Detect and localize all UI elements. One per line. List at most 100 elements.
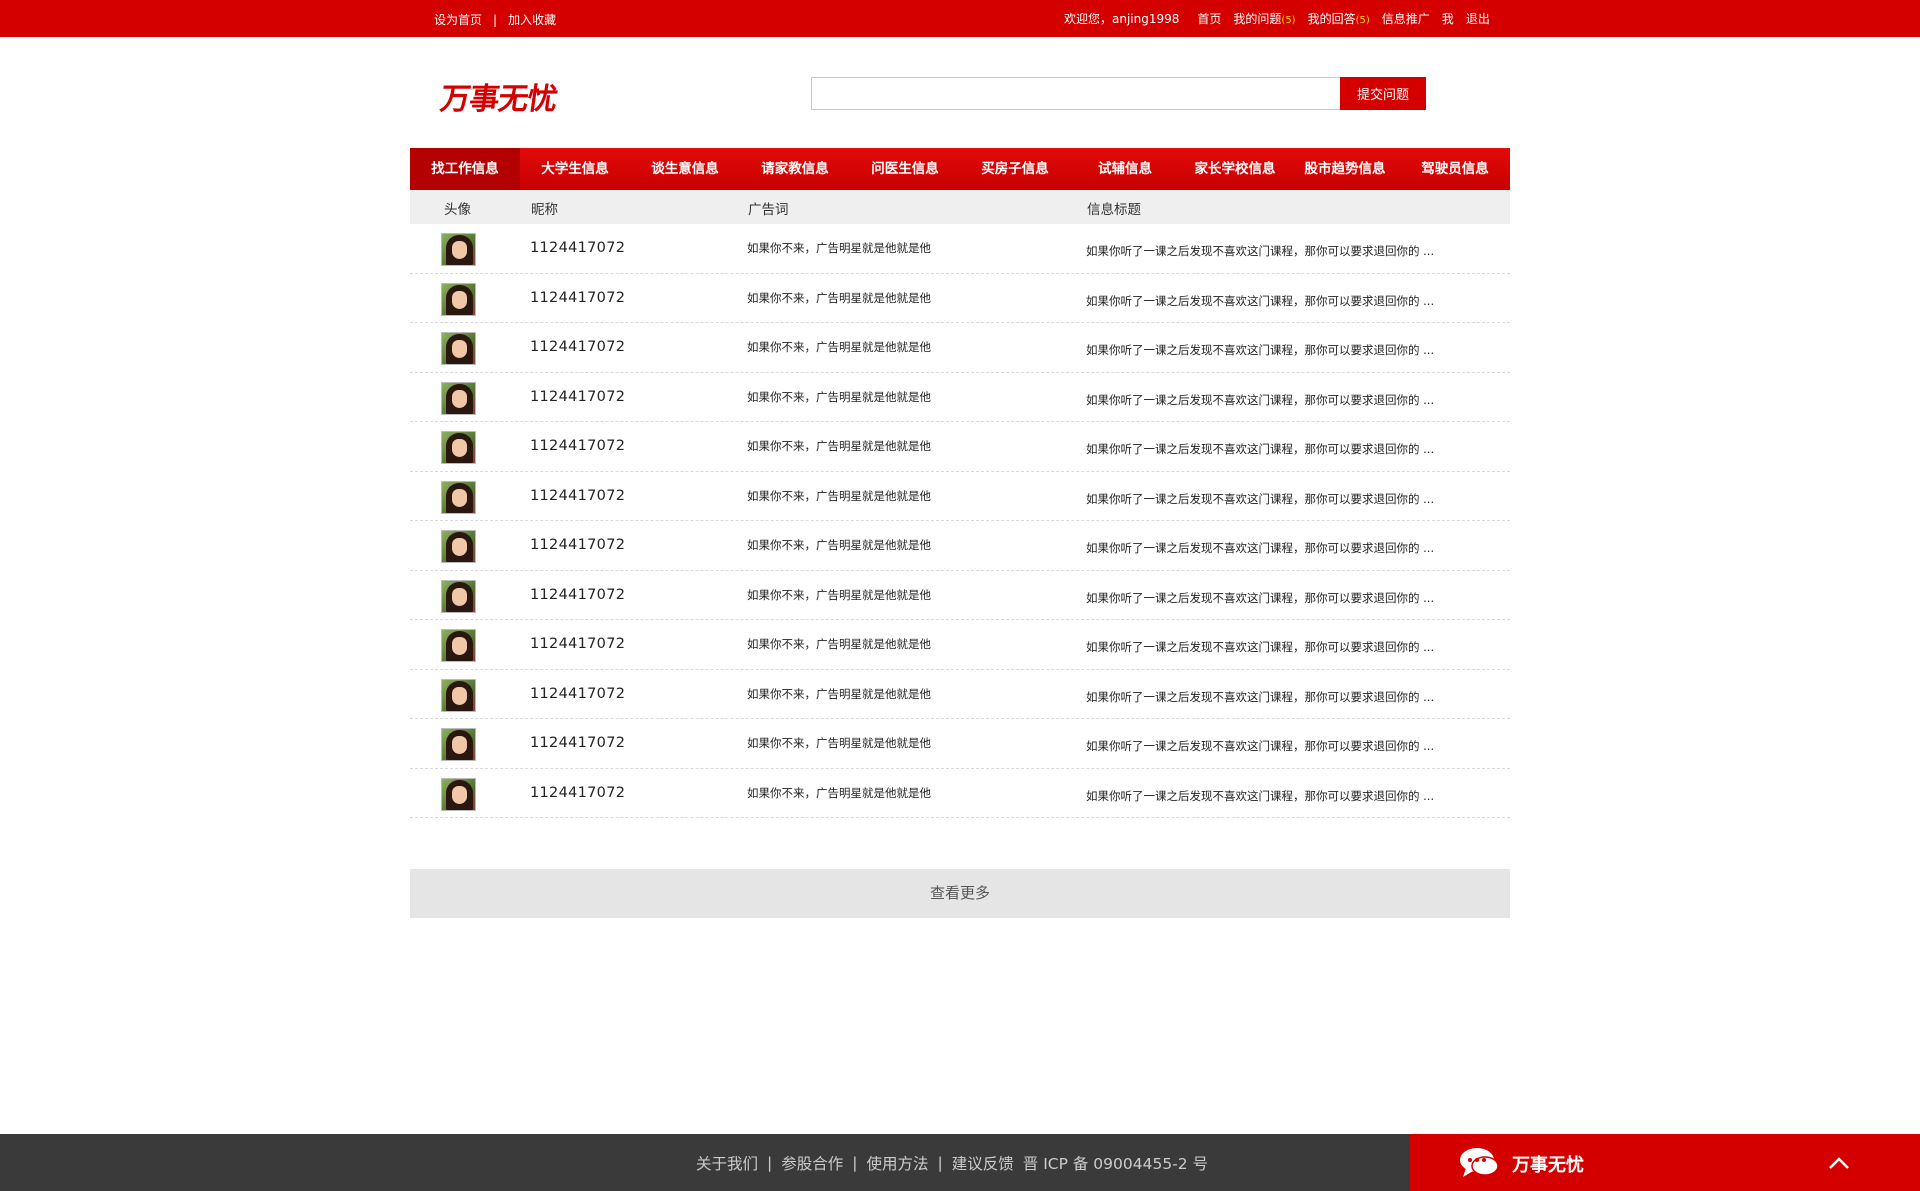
- avatar[interactable]: [441, 480, 476, 514]
- avatar[interactable]: [441, 579, 476, 613]
- site-logo[interactable]: 万事无忧: [438, 74, 560, 118]
- nav-tab[interactable]: 驾驶员信息: [1400, 148, 1510, 190]
- row-title[interactable]: 如果你听了一课之后发现不喜欢这门课程，那你可以要求退回你的 ...: [1086, 243, 1496, 259]
- avatar[interactable]: [441, 381, 476, 415]
- nav-tab[interactable]: 试辅信息: [1070, 148, 1180, 190]
- row-slogan: 如果你不来，广告明星就是他就是他: [747, 736, 931, 750]
- row-nickname[interactable]: 1124417072: [530, 686, 625, 702]
- load-more-button[interactable]: 查看更多: [410, 869, 1510, 918]
- me-link[interactable]: 我: [1442, 10, 1454, 27]
- header-avatar: 头像: [444, 202, 471, 218]
- avatar[interactable]: [441, 629, 476, 662]
- chat-bubble-icon[interactable]: [1458, 1146, 1500, 1180]
- my-answers-count: (5): [1355, 15, 1370, 26]
- row-nickname[interactable]: 1124417072: [530, 735, 625, 751]
- row-nickname[interactable]: 1124417072: [530, 240, 625, 256]
- footer-brand-panel: 万事无忧: [1410, 1134, 1920, 1191]
- table-row[interactable]: 1124417072 如果你不来，广告明星就是他就是他 如果你听了一课之后发现不喜欢…: [410, 274, 1510, 323]
- submit-question-button[interactable]: 提交问题: [1340, 77, 1426, 110]
- row-title[interactable]: 如果你听了一课之后发现不喜欢这门课程，那你可以要求退回你的 ...: [1086, 392, 1496, 408]
- row-slogan: 如果你不来，广告明星就是他就是他: [747, 538, 931, 552]
- avatar[interactable]: [441, 777, 476, 811]
- top-bar: 设为首页 | 加入收藏 欢迎您，anjing1998 首页 我的问题(5) 我的…: [0, 0, 1920, 37]
- table-row[interactable]: 1124417072 如果你不来，广告明星就是他就是他 如果你听了一课之后发现不喜欢…: [410, 719, 1510, 769]
- row-nickname[interactable]: 1124417072: [530, 290, 625, 306]
- row-title[interactable]: 如果你听了一课之后发现不喜欢这门课程，那你可以要求退回你的 ...: [1086, 738, 1496, 754]
- row-title[interactable]: 如果你听了一课之后发现不喜欢这门课程，那你可以要求退回你的 ...: [1086, 540, 1496, 556]
- footer-pipe: |: [767, 1154, 773, 1172]
- row-title[interactable]: 如果你听了一课之后发现不喜欢这门课程，那你可以要求退回你的 ...: [1086, 689, 1496, 705]
- table-row[interactable]: 1124417072 如果你不来，广告明星就是他就是他 如果你听了一课之后发现不喜欢…: [410, 670, 1510, 719]
- welcome-text: 欢迎您，anjing1998: [1064, 12, 1180, 26]
- nav-tab[interactable]: 买房子信息: [960, 148, 1070, 190]
- row-nickname[interactable]: 1124417072: [530, 636, 625, 652]
- row-slogan: 如果你不来，广告明星就是他就是他: [747, 488, 931, 503]
- header-slogan: 广告词: [748, 202, 789, 218]
- avatar[interactable]: [441, 332, 476, 365]
- row-title[interactable]: 如果你听了一课之后发现不喜欢这门课程，那你可以要求退回你的 ...: [1086, 788, 1496, 804]
- row-title[interactable]: 如果你听了一课之后发现不喜欢这门课程，那你可以要求退回你的 ...: [1086, 639, 1496, 655]
- nav-tab[interactable]: 谈生意信息: [630, 148, 740, 190]
- row-slogan: 如果你不来，广告明星就是他就是他: [747, 439, 931, 453]
- table-row[interactable]: 1124417072 如果你不来，广告明星就是他就是他 如果你听了一课之后发现不喜欢…: [410, 769, 1510, 818]
- row-title[interactable]: 如果你听了一课之后发现不喜欢这门课程，那你可以要求退回你的 ...: [1086, 491, 1496, 507]
- avatar[interactable]: [441, 530, 476, 563]
- avatar[interactable]: [441, 282, 476, 316]
- question-input[interactable]: [811, 77, 1341, 110]
- row-slogan: 如果你不来，广告明星就是他就是他: [747, 637, 931, 651]
- avatar[interactable]: [441, 233, 476, 266]
- row-nickname[interactable]: 1124417072: [530, 785, 625, 801]
- footer-pipe: |: [852, 1154, 858, 1172]
- category-nav: 找工作信息 大学生信息 谈生意信息 请家教信息 问医生信息 买房子信息 试辅信息 家长学校信息…: [410, 148, 1510, 190]
- nav-tab[interactable]: 家长学校信息: [1180, 148, 1290, 190]
- table-row[interactable]: 1124417072 如果你不来，广告明星就是他就是他 如果你听了一课之后发现不喜欢…: [410, 323, 1510, 373]
- row-slogan: 如果你不来，广告明星就是他就是他: [747, 686, 931, 701]
- my-questions-link[interactable]: 我的问题(5): [1233, 10, 1295, 27]
- row-nickname[interactable]: 1124417072: [530, 537, 625, 553]
- set-home-link[interactable]: 设为首页: [434, 11, 482, 28]
- avatar[interactable]: [441, 431, 476, 464]
- my-answers-link[interactable]: 我的回答(5): [1308, 10, 1370, 27]
- header-title: 信息标题: [1087, 202, 1141, 218]
- row-title[interactable]: 如果你听了一课之后发现不喜欢这门课程，那你可以要求退回你的 ...: [1086, 590, 1496, 606]
- footer-brand-name: 万事无忧: [1512, 1155, 1584, 1176]
- footer-partner-link[interactable]: 参股合作: [781, 1152, 843, 1174]
- footer-about-link[interactable]: 关于我们: [696, 1152, 758, 1174]
- row-title[interactable]: 如果你听了一课之后发现不喜欢这门课程，那你可以要求退回你的 ...: [1086, 342, 1496, 358]
- footer-feedback-link[interactable]: 建议反馈: [952, 1152, 1014, 1174]
- table-row[interactable]: 1124417072 如果你不来，广告明星就是他就是他 如果你听了一课之后发现不喜欢…: [410, 571, 1510, 620]
- separator: |: [493, 12, 498, 27]
- add-favorite-link[interactable]: 加入收藏: [508, 11, 556, 28]
- nav-tab[interactable]: 问医生信息: [850, 148, 960, 190]
- table-row[interactable]: 1124417072 如果你不来，广告明星就是他就是他 如果你听了一课之后发现不喜欢…: [410, 620, 1510, 670]
- row-nickname[interactable]: 1124417072: [530, 488, 625, 504]
- nav-tab[interactable]: 股市趋势信息: [1290, 148, 1400, 190]
- row-nickname[interactable]: 1124417072: [530, 339, 625, 355]
- my-questions-label: 我的问题: [1233, 12, 1282, 26]
- promotion-link[interactable]: 信息推广: [1382, 10, 1430, 27]
- chevron-up-icon[interactable]: [1824, 1148, 1854, 1178]
- nav-tab[interactable]: 找工作信息: [410, 148, 520, 190]
- footer-pipe: |: [937, 1154, 943, 1172]
- row-title[interactable]: 如果你听了一课之后发现不喜欢这门课程，那你可以要求退回你的 ...: [1086, 441, 1496, 457]
- row-nickname[interactable]: 1124417072: [530, 389, 625, 405]
- footer: 关于我们 | 参股合作 | 使用方法 | 建议反馈 晋 ICP 备 090044…: [0, 1134, 1410, 1191]
- nav-tab[interactable]: 请家教信息: [740, 148, 850, 190]
- footer-usage-link[interactable]: 使用方法: [867, 1152, 929, 1174]
- table-row[interactable]: 1124417072 如果你不来，广告明星就是他就是他 如果你听了一课之后发现不喜欢…: [410, 224, 1510, 274]
- table-row[interactable]: 1124417072 如果你不来，广告明星就是他就是他 如果你听了一课之后发现不喜欢…: [410, 422, 1510, 472]
- footer-icp: 晋 ICP 备 09004455-2 号: [1022, 1155, 1209, 1173]
- table-row[interactable]: 1124417072 如果你不来，广告明星就是他就是他 如果你听了一课之后发现不喜欢…: [410, 521, 1510, 571]
- table-row[interactable]: 1124417072 如果你不来，广告明星就是他就是他 如果你听了一课之后发现不喜欢…: [410, 373, 1510, 422]
- table-row[interactable]: 1124417072 如果你不来，广告明星就是他就是他 如果你听了一课之后发现不喜欢…: [410, 472, 1510, 521]
- my-questions-count: (5): [1281, 15, 1296, 26]
- home-link[interactable]: 首页: [1197, 10, 1221, 27]
- row-nickname[interactable]: 1124417072: [530, 438, 625, 454]
- avatar[interactable]: [441, 678, 476, 712]
- logout-link[interactable]: 退出: [1466, 10, 1490, 27]
- avatar[interactable]: [441, 728, 476, 761]
- my-answers-label: 我的回答: [1307, 12, 1356, 26]
- nav-tab[interactable]: 大学生信息: [520, 148, 630, 190]
- row-nickname[interactable]: 1124417072: [530, 587, 625, 603]
- row-title[interactable]: 如果你听了一课之后发现不喜欢这门课程，那你可以要求退回你的 ...: [1086, 293, 1496, 309]
